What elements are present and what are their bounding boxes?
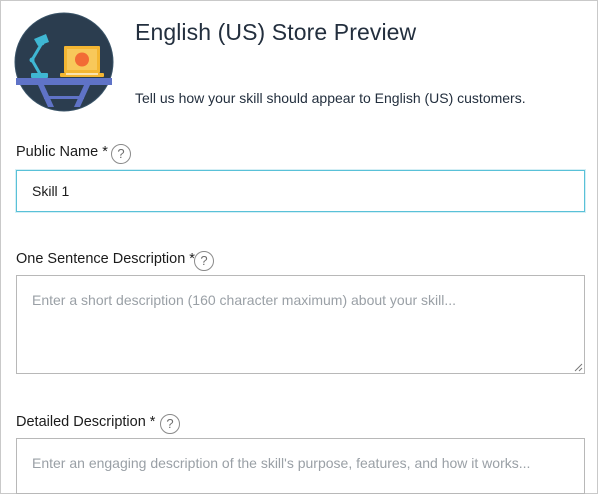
one-sentence-description-placeholder: Enter a short description (160 character… (32, 292, 457, 308)
resize-handle-icon[interactable] (573, 362, 583, 372)
one-sentence-description-label: One Sentence Description * (16, 251, 195, 267)
desk-lamp-laptop-icon (14, 12, 114, 112)
public-name-input[interactable]: Skill 1 (16, 170, 585, 212)
page-subtitle: Tell us how your skill should appear to … (135, 90, 526, 106)
detailed-description-label: Detailed Description * (16, 414, 156, 430)
one-sentence-description-help-icon[interactable]: ? (194, 251, 214, 271)
public-name-help-icon[interactable]: ? (111, 144, 131, 164)
store-preview-header: English (US) Store Preview Tell us how y… (14, 12, 586, 122)
public-name-label: Public Name * (16, 144, 108, 160)
detailed-description-textarea[interactable]: Enter an engaging description of the ski… (16, 438, 585, 494)
detailed-description-help-icon[interactable]: ? (160, 414, 180, 434)
one-sentence-description-textarea[interactable]: Enter a short description (160 character… (16, 275, 585, 374)
detailed-description-placeholder: Enter an engaging description of the ski… (32, 455, 531, 471)
page-title: English (US) Store Preview (135, 19, 417, 45)
